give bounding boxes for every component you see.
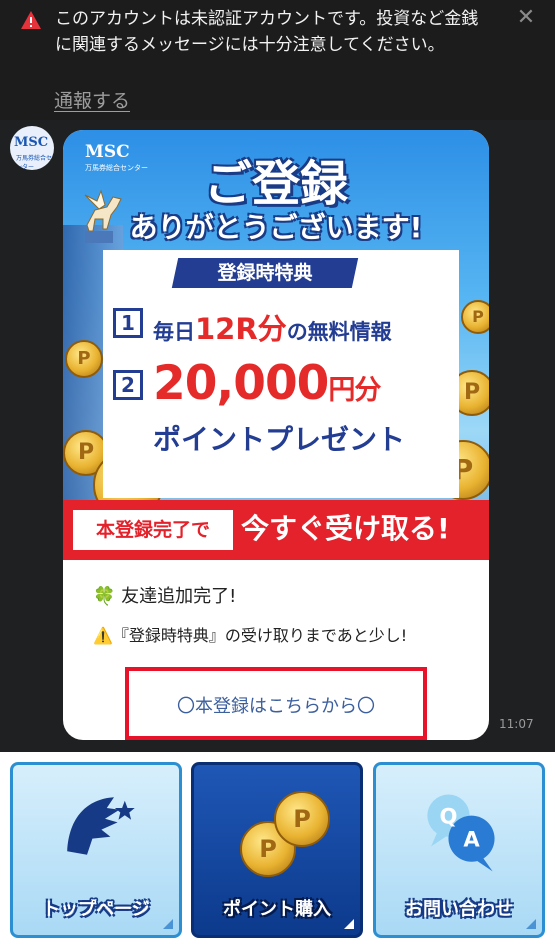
report-link[interactable]: 通報する [54,86,130,113]
warning-triangle-icon [21,11,41,29]
message-bubble: MSC 万馬券総合センター ご登録 ありがとうございます! P P P P P … [63,130,489,740]
banner-title: ご登録 [203,156,348,212]
banner-subtitle: ありがとうございます! [129,211,423,244]
message-timestamp: 11:07 [499,717,534,731]
registration-banner[interactable]: MSC 万馬券総合センター ご登録 ありがとうございます! P P P P P … [63,130,489,560]
coin-icon: P [461,300,489,334]
corner-arrow-icon [163,919,173,929]
chat-area: MSC 万馬券総合センター MSC 万馬券総合センター ご登録 ありがとうござい… [0,120,555,752]
avatar-subtitle: 万馬券総合センター [16,155,53,170]
menu-item-contact[interactable]: Q A お問い合わせ [373,762,545,938]
message-line-1: 🍀 友達追加完了! [93,586,237,607]
register-button-label: 〇本登録はこちらから〇 [177,696,375,717]
avatar-logo: MSC [14,135,49,150]
close-icon[interactable]: ✕ [514,7,538,32]
pegasus-logo-icon [67,797,135,855]
cta-text: 今すぐ受け取る! [241,512,450,545]
corner-arrow-icon [344,919,354,929]
unverified-account-warning: このアカウントは未認証アカウントです。投資など金銭に関連するメッセージには十分注… [0,0,555,120]
rich-menu: トップページ P P ポイント購入 Q A お問い合わせ [0,752,555,944]
message-line-2: ⚠️『登録時特典』の受け取りまであと少し! [93,626,408,645]
menu-item-label: ポイント購入 [223,899,331,920]
perk-1-text: 毎日12R分の無料情報 [153,312,392,346]
coin-icon: P [65,340,103,378]
perk-header: 登録時特典 [217,262,313,284]
svg-text:A: A [463,826,480,851]
coins-icon: P P [230,781,330,881]
qa-bubbles-icon: Q A [427,794,495,872]
menu-item-label: トップページ [42,899,150,920]
perk-2-text: ポイントプレゼント [153,423,406,456]
perk-2-amount: 20,000円分 [153,356,381,411]
warning-message: このアカウントは未認証アカウントです。投資など金銭に関連するメッセージには十分注… [55,9,479,55]
menu-item-label: お問い合わせ [405,899,513,920]
register-button[interactable]: 〇本登録はこちらから〇 [125,667,427,740]
svg-text:Q: Q [440,803,458,828]
perk-number-2: 2 [113,370,143,400]
avatar[interactable]: MSC 万馬券総合センター [10,126,54,170]
corner-arrow-icon [526,919,536,929]
perk-number-1: 1 [113,308,143,338]
menu-item-top-page[interactable]: トップページ [10,762,182,938]
cta-label: 本登録完了で [73,510,233,550]
menu-item-buy-points[interactable]: P P ポイント購入 [191,762,363,938]
